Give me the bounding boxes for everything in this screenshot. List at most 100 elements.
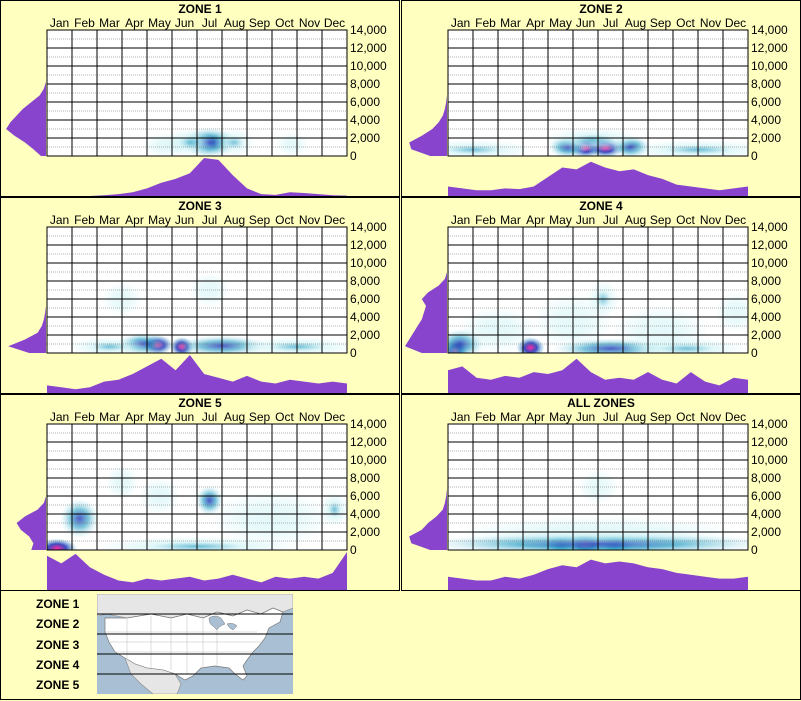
x-tick-label: Jan [451,213,470,227]
x-tick-label: Oct [275,213,294,227]
x-tick-label: Aug [224,410,245,424]
x-tick-label: Jul [603,213,618,227]
y-tick-label: 4,000 [751,507,781,521]
x-tick-label: Sep [650,410,672,424]
y-tick-label: 4,000 [350,507,380,521]
x-tick-label: Mar [500,213,521,227]
y-tick-label: 2,000 [751,525,781,539]
y-tick-label: 14,000 [751,417,788,431]
x-tick-label: Feb [74,213,95,227]
y-tick-label: 2,000 [751,131,781,145]
y-tick-label: 4,000 [751,310,781,324]
y-tick-label: 4,000 [350,310,380,324]
y-tick-label: 6,000 [751,292,781,306]
x-tick-label: Dec [725,213,746,227]
chart-title: ZONE 2 [579,2,623,16]
y-tick-label: 4,000 [751,113,781,127]
x-tick-label: Jul [202,213,217,227]
x-tick-label: Nov [700,213,721,227]
y-tick-label: 2,000 [751,328,781,342]
y-tick-label: 14,000 [350,23,387,37]
y-tick-label: 0 [751,346,758,360]
chart-panel-5: ZONE 5 Jan Feb Mar Apr May Jun Jul Aug Sep Oct Nov D… [0,394,400,591]
x-tick-label: Oct [676,213,695,227]
y-tick-label: 12,000 [350,41,387,55]
chart-panel-4: ZONE 4 Jan Feb Mar Apr May Jun Jul Aug Sep Oct Nov D… [401,197,801,394]
y-tick-label: 10,000 [751,59,788,73]
x-tick-label: Jul [202,16,217,30]
zone-legend-panel: ZONE 1 ZONE 2 ZONE 3 ZONE 4 ZONE 5 [0,591,801,700]
chart-panel-6: ALL ZONES Jan Feb Mar Apr May Jun Jul Aug Sep Oct N… [401,394,801,591]
y-tick-label: 0 [350,149,357,163]
y-tick-label: 0 [751,149,758,163]
x-tick-label: Jun [175,16,194,30]
x-tick-label: Nov [299,16,320,30]
chart-title: ALL ZONES [567,396,635,410]
x-tick-label: Sep [249,16,271,30]
heat-blob [276,132,308,156]
x-tick-label: May [549,410,572,424]
heat-blob [143,133,191,156]
x-tick-label: Jul [202,410,217,424]
y-tick-label: 8,000 [350,471,380,485]
y-tick-label: 14,000 [350,417,387,431]
x-tick-label: Aug [625,16,646,30]
y-tick-label: 10,000 [751,256,788,270]
x-tick-label: Feb [475,213,496,227]
x-tick-label: Mar [500,410,521,424]
x-tick-label: Nov [700,16,721,30]
y-tick-label: 12,000 [350,238,387,252]
x-tick-label: Dec [324,16,345,30]
x-tick-label: Feb [475,16,496,30]
x-tick-label: Dec [725,410,746,424]
y-tick-label: 6,000 [350,95,380,109]
y-tick-label: 0 [751,543,758,557]
x-tick-label: May [549,16,572,30]
x-tick-label: Sep [249,213,271,227]
x-tick-label: Aug [224,16,245,30]
y-tick-label: 8,000 [350,274,380,288]
y-tick-label: 0 [350,346,357,360]
y-tick-label: 10,000 [751,453,788,467]
x-tick-label: Feb [74,410,95,424]
x-tick-label: Sep [650,16,672,30]
x-tick-label: Apr [125,410,144,424]
x-tick-label: May [549,213,572,227]
chart-panel-3: ZONE 3 Jan Feb Mar Apr May Jun Jul Aug Sep Oct Nov D… [0,197,400,394]
x-tick-label: Apr [125,16,144,30]
x-tick-label: Jan [451,410,470,424]
legend-zone-3-label: ZONE 3 [36,638,80,652]
x-tick-label: Dec [324,213,345,227]
y-tick-label: 10,000 [350,453,387,467]
x-tick-label: Oct [275,410,294,424]
y-tick-label: 0 [350,543,357,557]
x-tick-label: Mar [500,16,521,30]
x-tick-label: Aug [625,410,646,424]
y-tick-label: 8,000 [350,77,380,91]
x-tick-label: Feb [475,410,496,424]
chart-panel-2: ZONE 2 Jan Feb Mar Apr May Jun Jul Aug Sep Oct Nov D… [401,0,801,197]
x-tick-label: May [148,16,171,30]
x-tick-label: Apr [526,16,545,30]
x-tick-label: Apr [526,410,545,424]
x-tick-label: Nov [299,410,320,424]
x-tick-label: Jun [576,213,595,227]
y-tick-label: 2,000 [350,328,380,342]
heat-blob [545,127,641,152]
x-tick-label: Sep [650,213,672,227]
y-tick-label: 10,000 [350,256,387,270]
legend-zone-5-label: ZONE 5 [36,678,80,692]
y-tick-label: 6,000 [751,95,781,109]
heat-blob [59,498,100,539]
chart-title: ZONE 5 [178,396,222,410]
y-tick-label: 6,000 [751,489,781,503]
y-tick-label: 6,000 [350,292,380,306]
x-tick-label: Mar [99,213,120,227]
x-tick-label: Dec [324,410,345,424]
y-tick-label: 12,000 [350,435,387,449]
x-tick-label: Oct [676,410,695,424]
x-tick-label: Nov [299,213,320,227]
x-tick-label: Jun [175,410,194,424]
x-tick-label: Dec [725,16,746,30]
x-tick-label: Aug [625,213,646,227]
